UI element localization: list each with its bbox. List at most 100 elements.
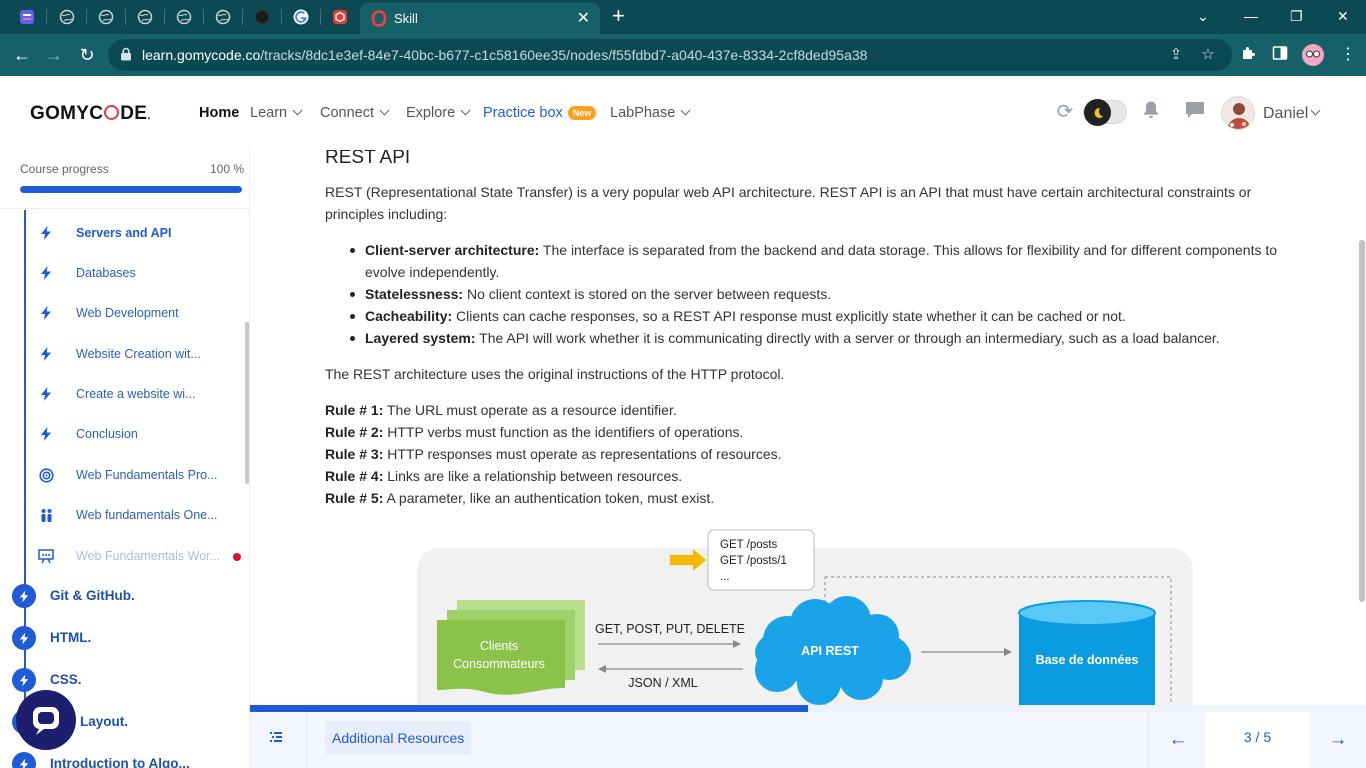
dark-tab-icon[interactable]	[253, 8, 271, 26]
logo-ring-icon	[104, 105, 120, 120]
request-methods-label: GET, POST, PUT, DELETE	[595, 622, 745, 636]
close-tab-icon[interactable]: ✕	[577, 8, 590, 28]
forward-icon[interactable]: →	[42, 43, 66, 67]
lesson-progress-fill	[250, 705, 808, 712]
chevron-down-icon	[1310, 105, 1321, 116]
active-tab[interactable]: Skill ✕	[360, 3, 600, 34]
list-item: Layered system: The API will work whethe…	[325, 327, 1285, 349]
intro-paragraph: REST (Representational State Transfer) i…	[325, 184, 1252, 222]
course-progress-fill	[20, 186, 242, 193]
lesson-content: REST API REST (Representational State Tr…	[250, 150, 1360, 705]
avatar[interactable]	[1221, 96, 1255, 130]
sidebar-item-web-fundamentals-project[interactable]: Web Fundamentals Pro...	[38, 464, 243, 488]
globe-tab-icon[interactable]	[58, 8, 76, 26]
response-format-label: JSON / XML	[628, 676, 698, 690]
bolt-icon	[38, 386, 54, 402]
messages-icon[interactable]	[1183, 100, 1207, 124]
table-of-contents-icon[interactable]	[268, 729, 284, 750]
bell-icon[interactable]	[1139, 100, 1163, 124]
next-arrow-icon[interactable]: →	[1327, 729, 1349, 751]
bolt-icon	[12, 668, 36, 692]
chat-support-button[interactable]	[16, 690, 76, 750]
globe-tab-icon[interactable]	[214, 8, 232, 26]
bolt-icon	[38, 346, 54, 362]
url-text: learn.gomycode.co/tracks/8dc1e3ef-84e7-4…	[142, 47, 868, 63]
nav-home[interactable]: Home	[199, 105, 239, 121]
chapter-html[interactable]: HTML.	[12, 625, 242, 651]
sidebar-item-web-fundamentals-workshop[interactable]: Web Fundamentals Wor...	[38, 545, 243, 569]
nav-connect[interactable]: Connect	[320, 105, 390, 121]
sidebar-item-databases[interactable]: Databases	[38, 262, 243, 286]
new-tab-icon[interactable]: +	[612, 4, 625, 28]
sidebar-item-create-a-website[interactable]: Create a website wi...	[38, 383, 243, 407]
user-name[interactable]: Daniel	[1263, 105, 1321, 123]
restore-icon[interactable]: ❐	[1290, 4, 1303, 28]
minimize-icon[interactable]: —	[1244, 4, 1258, 28]
bolt-icon	[38, 225, 54, 241]
bolt-icon	[12, 626, 36, 650]
nav-explore[interactable]: Explore	[406, 105, 471, 121]
list-item: Cacheability: Clients can cache response…	[325, 305, 1285, 327]
nav-practice-box[interactable]: Practice box New	[483, 105, 597, 121]
chevron-down-icon	[292, 105, 303, 116]
sidebar-item-web-development[interactable]: Web Development	[38, 302, 243, 326]
sidebar-item-conclusion[interactable]: Conclusion	[38, 423, 243, 447]
rules-list: Rule # 1: The URL must operate as a reso…	[325, 399, 1225, 509]
lock-icon	[120, 47, 132, 66]
dark-mode-toggle[interactable]	[1083, 99, 1127, 126]
sidebar-scrollbar[interactable]	[245, 322, 249, 484]
course-progress-bar	[20, 186, 242, 193]
globe-tab-icon[interactable]	[136, 8, 154, 26]
sidebar-item-website-creation[interactable]: Website Creation wit...	[38, 343, 243, 367]
database-label: Base de données	[1036, 653, 1139, 667]
nav-learn[interactable]: Learn	[250, 105, 303, 121]
address-bar[interactable]: learn.gomycode.co/tracks/8dc1e3ef-84e7-4…	[108, 39, 1232, 71]
new-badge: New	[567, 106, 597, 120]
progress-value: 100 %	[210, 162, 245, 176]
rule-item: Rule # 1: The URL must operate as a reso…	[325, 402, 677, 418]
chevron-down-icon	[460, 105, 471, 116]
sidebar-item-servers-and-api[interactable]: Servers and API	[38, 222, 243, 246]
rule-item: Rule # 2: HTTP verbs must function as th…	[325, 424, 744, 440]
chapter-git-github[interactable]: Git & GitHub.	[12, 583, 242, 609]
bolt-icon	[38, 426, 54, 442]
bookmark-star-icon[interactable]: ☆	[1199, 46, 1217, 64]
close-window-icon[interactable]: ✕	[1337, 4, 1349, 28]
gomycode-logo[interactable]: GOMYC DE.	[30, 103, 151, 125]
chapter-introduction-to-algo[interactable]: Introduction to Algo...	[12, 751, 242, 768]
sidebar-item-web-fundamentals-one[interactable]: Web fundamentals One...	[38, 504, 243, 528]
extensions-puzzle-icon[interactable]	[1238, 45, 1258, 65]
clients-label: Consommateurs	[453, 657, 545, 671]
side-panel-icon[interactable]	[1270, 45, 1290, 65]
bolt-icon	[38, 305, 54, 321]
globe-tab-icon[interactable]	[175, 8, 193, 26]
app-root: Skill ✕ + ⌄ — ❐ ✕ ← → ↻ learn.gomycode.c…	[0, 0, 1366, 768]
callout-line: ...	[720, 571, 730, 583]
nav-labphase[interactable]: LabPhase	[610, 105, 691, 121]
profile-icon[interactable]	[1301, 43, 1325, 67]
globe-tab-icon[interactable]	[97, 8, 115, 26]
previous-arrow-icon[interactable]: ←	[1167, 729, 1189, 751]
tab-search-icon[interactable]: ⌄	[1197, 4, 1209, 28]
alert-dot	[233, 553, 241, 561]
app-tab-icon[interactable]	[18, 8, 36, 26]
people-icon	[38, 507, 54, 523]
bolt-icon	[38, 265, 54, 281]
gomycode-tab-icon	[371, 10, 387, 32]
rule-item: Rule # 5: A parameter, like an authentic…	[325, 490, 715, 506]
rule-item: Rule # 3: HTTP responses must operate as…	[325, 446, 782, 462]
reload-icon[interactable]: ↻	[75, 43, 99, 67]
lesson-footer: Additional Resources ← 3 / 5 →	[250, 712, 1366, 768]
back-icon[interactable]: ←	[10, 43, 34, 67]
chrome-menu-icon[interactable]: ⋮	[1338, 45, 1358, 65]
hex-tab-icon[interactable]	[331, 8, 349, 26]
google-tab-icon[interactable]	[292, 8, 310, 26]
tab-title: Skill	[394, 11, 418, 26]
browser-toolbar: ← → ↻ learn.gomycode.co/tracks/8dc1e3ef-…	[0, 34, 1366, 76]
refresh-icon[interactable]: ⟳	[1053, 100, 1077, 124]
http-note: The REST architecture uses the original …	[325, 366, 785, 382]
moon-icon	[1084, 99, 1111, 126]
share-icon[interactable]: ⇪	[1167, 46, 1185, 64]
content-scrollbar[interactable]	[1359, 240, 1365, 602]
additional-resources-button[interactable]: Additional Resources	[325, 721, 472, 755]
